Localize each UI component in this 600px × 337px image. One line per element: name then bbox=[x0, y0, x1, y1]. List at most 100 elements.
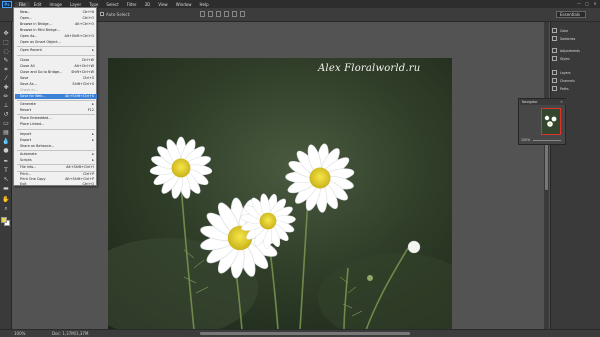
file-menu-item[interactable]: Automate ▸ bbox=[15, 152, 97, 157]
file-menu-item[interactable]: Revert F12 bbox=[15, 108, 97, 113]
file-menu-item[interactable]: Place Embedded... bbox=[15, 116, 97, 121]
menu-help[interactable]: Help bbox=[195, 2, 212, 7]
file-menu-item[interactable]: Place Linked... bbox=[15, 122, 97, 127]
file-menu-item[interactable]: Share on Behance... bbox=[15, 144, 97, 149]
healing-brush-tool-icon[interactable]: ✚ bbox=[2, 84, 10, 91]
rectangle-tool-icon[interactable]: ▬ bbox=[2, 185, 10, 192]
menu-separator bbox=[17, 46, 95, 47]
panel-swatches[interactable]: Swatches bbox=[552, 36, 575, 41]
watermark-text: Alex Floralworld.ru bbox=[318, 63, 421, 74]
menu-3d[interactable]: 3D bbox=[141, 2, 155, 7]
menu-type[interactable]: Type bbox=[85, 2, 102, 7]
window-controls: — □ ✕ bbox=[576, 1, 598, 6]
maximize-button[interactable]: □ bbox=[584, 1, 590, 6]
quick-select-tool-icon[interactable]: ✎ bbox=[2, 57, 10, 64]
zoom-tool-icon[interactable]: ⌕ bbox=[2, 205, 10, 212]
foreground-color-swatch[interactable] bbox=[1, 217, 7, 223]
menu-window[interactable]: Window bbox=[172, 2, 196, 7]
workspace-switcher[interactable]: Essentials bbox=[556, 11, 586, 18]
menu-filter[interactable]: Filter bbox=[123, 2, 141, 7]
menu-separator bbox=[17, 114, 95, 115]
navigator-panel: Navigator ✕ 100% bbox=[518, 98, 566, 145]
hand-tool-icon[interactable]: ✋ bbox=[2, 196, 10, 203]
align-buttons bbox=[200, 11, 245, 17]
navigator-zoom-slider[interactable] bbox=[533, 140, 561, 141]
align-bottom-icon[interactable] bbox=[216, 11, 221, 17]
move-tool-icon[interactable]: ✥ bbox=[2, 30, 10, 37]
file-menu-item[interactable]: Close All Alt+Ctrl+W bbox=[15, 64, 97, 69]
file-menu-item[interactable]: New... Ctrl+N bbox=[15, 10, 97, 15]
marquee-tool-icon[interactable]: ⬚ bbox=[2, 39, 10, 46]
channels-panel-icon bbox=[552, 78, 557, 83]
navigator-preview bbox=[542, 109, 560, 134]
menu-layer[interactable]: Layer bbox=[66, 2, 85, 7]
file-menu-item-exit[interactable]: Exit Ctrl+Q bbox=[15, 182, 97, 186]
menu-edit[interactable]: Edit bbox=[30, 2, 46, 7]
file-menu-item[interactable]: Close Ctrl+W bbox=[15, 58, 97, 63]
navigator-zoom[interactable]: 100% bbox=[521, 138, 530, 142]
file-menu-item[interactable]: File Info... Alt+Shift+Ctrl+I bbox=[15, 165, 97, 170]
history-brush-tool-icon[interactable]: ↺ bbox=[2, 111, 10, 118]
auto-select-label: Auto-Select: bbox=[106, 12, 131, 17]
file-menu-item[interactable]: Open Recent ▸ bbox=[15, 48, 97, 53]
close-window-button[interactable]: ✕ bbox=[592, 1, 598, 6]
pen-tool-icon[interactable]: ✒ bbox=[2, 158, 10, 165]
eyedropper-tool-icon[interactable]: ⁄ bbox=[2, 75, 10, 82]
panel-color[interactable]: Color bbox=[552, 28, 568, 33]
clone-stamp-tool-icon[interactable]: ⊥ bbox=[2, 102, 10, 109]
color-panel-icon bbox=[552, 28, 557, 33]
auto-select-checkbox[interactable] bbox=[100, 12, 104, 16]
file-menu-item[interactable]: Open As... Alt+Shift+Ctrl+O bbox=[15, 34, 97, 39]
panel-paths[interactable]: Paths bbox=[552, 86, 569, 91]
horizontal-scroll-thumb[interactable] bbox=[200, 332, 410, 335]
chamomile-photo bbox=[108, 58, 452, 330]
blur-tool-icon[interactable]: 💧 bbox=[2, 138, 10, 145]
file-menu-item[interactable]: Close and Go to Bridge... Shift+Ctrl+W bbox=[15, 70, 97, 75]
file-menu-item[interactable]: Open as Smart Object... bbox=[15, 40, 97, 45]
eraser-tool-icon[interactable]: ▭ bbox=[2, 120, 10, 127]
file-menu-item[interactable]: Import ▸ bbox=[15, 132, 97, 137]
file-menu-item[interactable]: Browse in Bridge... Alt+Ctrl+O bbox=[15, 22, 97, 27]
status-zoom[interactable]: 100% bbox=[14, 331, 25, 336]
brush-tool-icon[interactable]: ✏ bbox=[2, 93, 10, 100]
crop-tool-icon[interactable]: ⌗ bbox=[2, 66, 10, 73]
close-icon[interactable]: ✕ bbox=[560, 99, 563, 105]
panel-channels[interactable]: Channels bbox=[552, 78, 575, 83]
file-menu-item-save-for-web[interactable]: Save for Web... Alt+Shift+Ctrl+S bbox=[15, 94, 97, 99]
document-photo[interactable] bbox=[108, 58, 452, 330]
panel-adjustments[interactable]: Adjustments bbox=[552, 48, 580, 53]
lasso-tool-icon[interactable]: ◌ bbox=[2, 48, 10, 55]
status-doc-size[interactable]: Doc: 1,37M/1,37M bbox=[52, 331, 88, 336]
file-menu-item[interactable]: Scripts ▸ bbox=[15, 158, 97, 163]
menu-view[interactable]: View bbox=[154, 2, 172, 7]
menu-separator bbox=[17, 129, 95, 130]
panel-styles[interactable]: Styles bbox=[552, 56, 570, 61]
menu-file[interactable]: File bbox=[15, 1, 30, 7]
file-menu-item[interactable]: Browse in Mini Bridge... bbox=[15, 28, 97, 33]
align-center-icon[interactable] bbox=[232, 11, 237, 17]
gradient-tool-icon[interactable]: ▤ bbox=[2, 129, 10, 136]
file-menu-item[interactable]: Export ▸ bbox=[15, 138, 97, 143]
panel-layers[interactable]: Layers bbox=[552, 70, 571, 75]
file-menu-item[interactable]: Save As... Shift+Ctrl+S bbox=[15, 82, 97, 87]
file-menu-item[interactable]: Open... Ctrl+O bbox=[15, 16, 97, 21]
menu-separator bbox=[17, 55, 95, 56]
minimize-button[interactable]: — bbox=[576, 1, 582, 6]
adjustments-panel-icon bbox=[552, 48, 557, 53]
paths-panel-icon bbox=[552, 86, 557, 91]
file-menu-item-disabled: Check In... bbox=[20, 88, 38, 92]
file-menu-item[interactable]: Save Ctrl+S bbox=[15, 76, 97, 81]
align-middle-icon[interactable] bbox=[208, 11, 213, 17]
swatches-panel-icon bbox=[552, 36, 557, 41]
dodge-tool-icon[interactable]: ● bbox=[2, 147, 10, 154]
file-menu-item[interactable]: Generate ▸ bbox=[15, 102, 97, 107]
align-left-icon[interactable] bbox=[224, 11, 229, 17]
menu-select[interactable]: Select bbox=[102, 2, 122, 7]
type-tool-icon[interactable]: T bbox=[2, 167, 10, 174]
menu-separator bbox=[17, 150, 95, 151]
navigator-thumbnail[interactable] bbox=[541, 108, 561, 135]
menu-image[interactable]: Image bbox=[45, 2, 66, 7]
path-selection-tool-icon[interactable]: ↖ bbox=[2, 176, 10, 183]
align-right-icon[interactable] bbox=[240, 11, 245, 17]
align-top-icon[interactable] bbox=[200, 11, 205, 17]
